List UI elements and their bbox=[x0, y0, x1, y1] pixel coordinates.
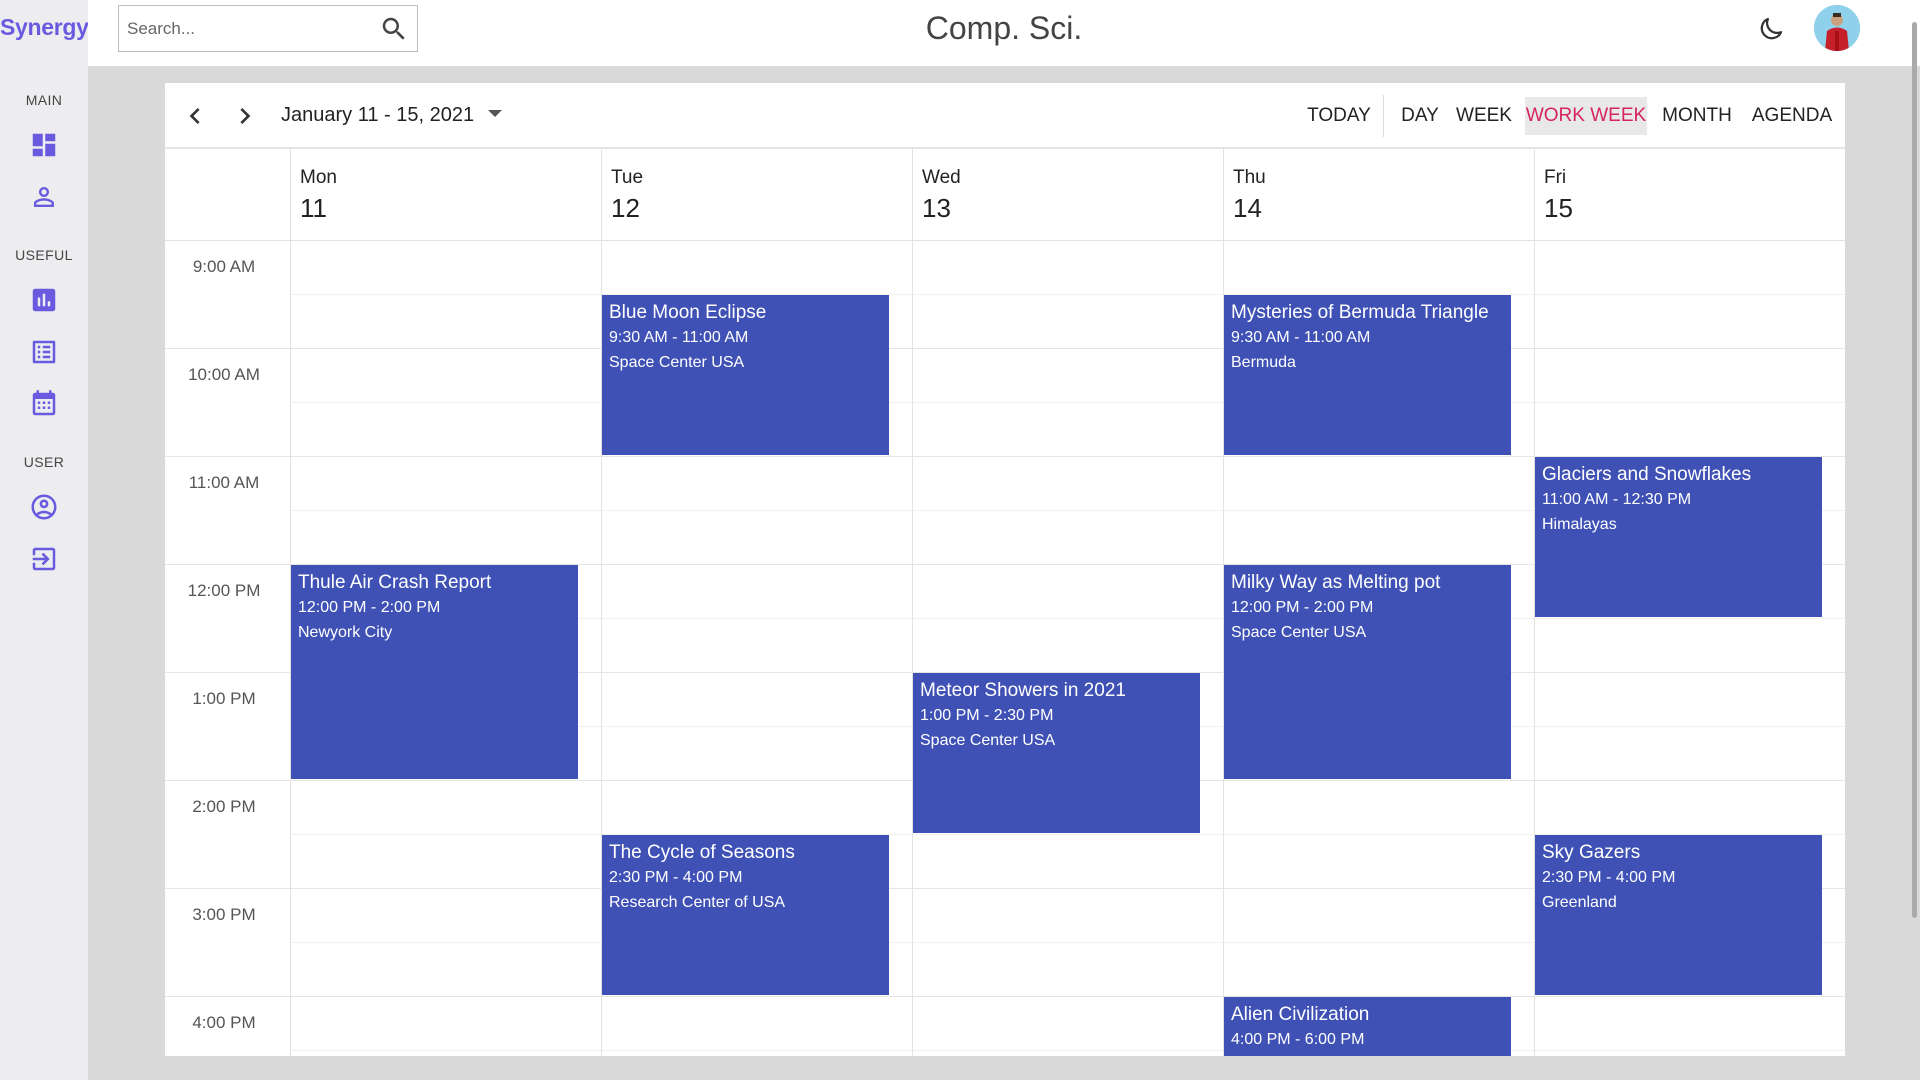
event-title: Glaciers and Snowflakes bbox=[1542, 464, 1752, 485]
time-label: 4:00 PM bbox=[192, 1013, 256, 1032]
user-avatar[interactable] bbox=[1814, 5, 1860, 51]
grid-hour bbox=[165, 348, 1845, 349]
day-name: Wed bbox=[922, 167, 961, 188]
event-time: 1:00 PM - 2:30 PM bbox=[920, 707, 1054, 724]
event-location: Space Center USA bbox=[1231, 624, 1367, 641]
event-location: Space Center USA bbox=[609, 354, 745, 371]
top-header: Comp. Sci. bbox=[88, 0, 1920, 66]
day-date: 15 bbox=[1544, 193, 1573, 223]
sidebar-section-useful: USEFUL bbox=[15, 247, 73, 263]
person-icon[interactable] bbox=[29, 182, 59, 212]
day-name: Thu bbox=[1233, 167, 1266, 188]
event-card[interactable]: Thule Air Crash Report 12:00 PM - 2:00 P… bbox=[291, 565, 578, 779]
caret-down-icon bbox=[488, 110, 503, 118]
day-date: 13 bbox=[922, 193, 951, 223]
event-title: Sky Gazers bbox=[1542, 842, 1641, 863]
sidebar-section-main: MAIN bbox=[25, 92, 63, 108]
week-view-button[interactable]: WEEK bbox=[1452, 97, 1516, 135]
event-location: Research Center of USA bbox=[609, 894, 786, 911]
event-title: Thule Air Crash Report bbox=[298, 572, 492, 593]
grid-half-hour bbox=[292, 402, 1845, 403]
chevron-left-icon[interactable] bbox=[179, 100, 211, 132]
grid-hour bbox=[165, 996, 1845, 997]
time-label: 12:00 PM bbox=[187, 581, 261, 600]
day-date: 12 bbox=[611, 193, 640, 223]
search-box bbox=[118, 5, 418, 52]
bar-chart-icon[interactable] bbox=[29, 285, 59, 315]
day-date: 14 bbox=[1233, 193, 1262, 223]
event-card[interactable]: Sky Gazers 2:30 PM - 4:00 PM Greenland bbox=[1535, 835, 1822, 995]
event-title: Milky Way as Melting pot bbox=[1231, 572, 1441, 593]
event-time: 12:00 PM - 2:00 PM bbox=[1231, 599, 1374, 616]
dashboard-icon[interactable] bbox=[29, 130, 59, 160]
moon-icon[interactable] bbox=[1756, 14, 1786, 44]
search-icon[interactable] bbox=[379, 14, 409, 44]
day-name: Tue bbox=[611, 167, 644, 188]
day-name: Fri bbox=[1544, 167, 1567, 188]
event-card[interactable]: Blue Moon Eclipse 9:30 AM - 11:00 AM Spa… bbox=[602, 295, 889, 455]
event-card[interactable]: Glaciers and Snowflakes 11:00 AM - 12:30… bbox=[1535, 457, 1822, 617]
time-label: 9:00 AM bbox=[192, 257, 256, 276]
day-name: Mon bbox=[300, 167, 337, 188]
grid-column bbox=[912, 241, 913, 1056]
day-header-wed[interactable]: Wed 13 bbox=[912, 149, 1223, 241]
time-label: 10:00 AM bbox=[188, 365, 260, 384]
list-icon[interactable] bbox=[29, 337, 59, 367]
event-card[interactable]: Meteor Showers in 2021 1:00 PM - 2:30 PM… bbox=[913, 673, 1200, 833]
grid-half-hour bbox=[292, 294, 1845, 295]
event-location: Space Center USA bbox=[920, 732, 1056, 749]
event-time: 2:30 PM - 4:00 PM bbox=[609, 869, 743, 886]
calendar-toolbar: January 11 - 15, 2021 TODAY DAY WEEK WOR… bbox=[165, 83, 1845, 149]
sidebar: Synergy MAIN USEFUL USER bbox=[0, 0, 89, 1080]
event-location: Bermuda bbox=[1231, 354, 1296, 371]
app-logo[interactable]: Synergy bbox=[0, 14, 89, 41]
event-location: Greenland bbox=[1542, 894, 1617, 911]
toolbar-divider bbox=[1383, 95, 1384, 137]
date-range-picker[interactable]: January 11 - 15, 2021 bbox=[281, 104, 503, 127]
event-title: The Cycle of Seasons bbox=[609, 842, 795, 863]
chevron-right-icon[interactable] bbox=[229, 100, 261, 132]
account-circle-icon[interactable] bbox=[29, 492, 59, 522]
grid-half-hour bbox=[292, 1050, 1845, 1051]
calendar-icon[interactable] bbox=[29, 389, 59, 419]
event-card[interactable]: Milky Way as Melting pot 12:00 PM - 2:00… bbox=[1224, 565, 1511, 779]
event-title: Meteor Showers in 2021 bbox=[920, 680, 1126, 701]
event-time: 12:00 PM - 2:00 PM bbox=[298, 599, 441, 616]
date-range-label: January 11 - 15, 2021 bbox=[281, 104, 475, 126]
event-time: 9:30 AM - 11:00 AM bbox=[609, 329, 749, 346]
event-location: Himalayas bbox=[1542, 516, 1617, 533]
event-time: 11:00 AM - 12:30 PM bbox=[1542, 491, 1692, 508]
agenda-view-button[interactable]: AGENDA bbox=[1749, 97, 1835, 135]
event-card[interactable]: Mysteries of Bermuda Triangle 9:30 AM - … bbox=[1224, 295, 1511, 455]
event-time: 9:30 AM - 11:00 AM bbox=[1231, 329, 1371, 346]
time-label: 3:00 PM bbox=[192, 905, 256, 924]
day-header-fri[interactable]: Fri 15 bbox=[1534, 149, 1845, 241]
logout-icon[interactable] bbox=[29, 544, 59, 574]
event-title: Mysteries of Bermuda Triangle bbox=[1231, 302, 1489, 323]
event-location: Newyork City bbox=[298, 624, 393, 641]
calendar-panel: January 11 - 15, 2021 TODAY DAY WEEK WOR… bbox=[165, 83, 1845, 1056]
time-label: 2:00 PM bbox=[192, 797, 256, 816]
search-input[interactable] bbox=[127, 6, 367, 51]
event-card[interactable]: The Cycle of Seasons 2:30 PM - 4:00 PM R… bbox=[602, 835, 889, 995]
event-time: 4:00 PM - 6:00 PM bbox=[1231, 1031, 1365, 1048]
day-date: 11 bbox=[300, 193, 327, 223]
day-header-thu[interactable]: Thu 14 bbox=[1223, 149, 1534, 241]
page-scrollbar[interactable] bbox=[1912, 22, 1917, 918]
event-time: 2:30 PM - 4:00 PM bbox=[1542, 869, 1676, 886]
event-title: Alien Civilization bbox=[1231, 1004, 1370, 1025]
day-header-mon[interactable]: Mon 11 bbox=[290, 149, 601, 241]
work-week-view-button[interactable]: WORK WEEK bbox=[1525, 97, 1647, 135]
day-view-button[interactable]: DAY bbox=[1395, 97, 1445, 135]
time-label: 1:00 PM bbox=[192, 689, 256, 708]
header-divider bbox=[165, 240, 1845, 241]
today-button[interactable]: TODAY bbox=[1301, 97, 1377, 135]
sidebar-section-user: USER bbox=[23, 454, 65, 470]
day-header-tue[interactable]: Tue 12 bbox=[601, 149, 912, 241]
month-view-button[interactable]: MONTH bbox=[1657, 97, 1737, 135]
event-card[interactable]: Alien Civilization 4:00 PM - 6:00 PM bbox=[1224, 997, 1511, 1056]
event-title: Blue Moon Eclipse bbox=[609, 302, 767, 323]
time-label: 11:00 AM bbox=[188, 473, 260, 492]
